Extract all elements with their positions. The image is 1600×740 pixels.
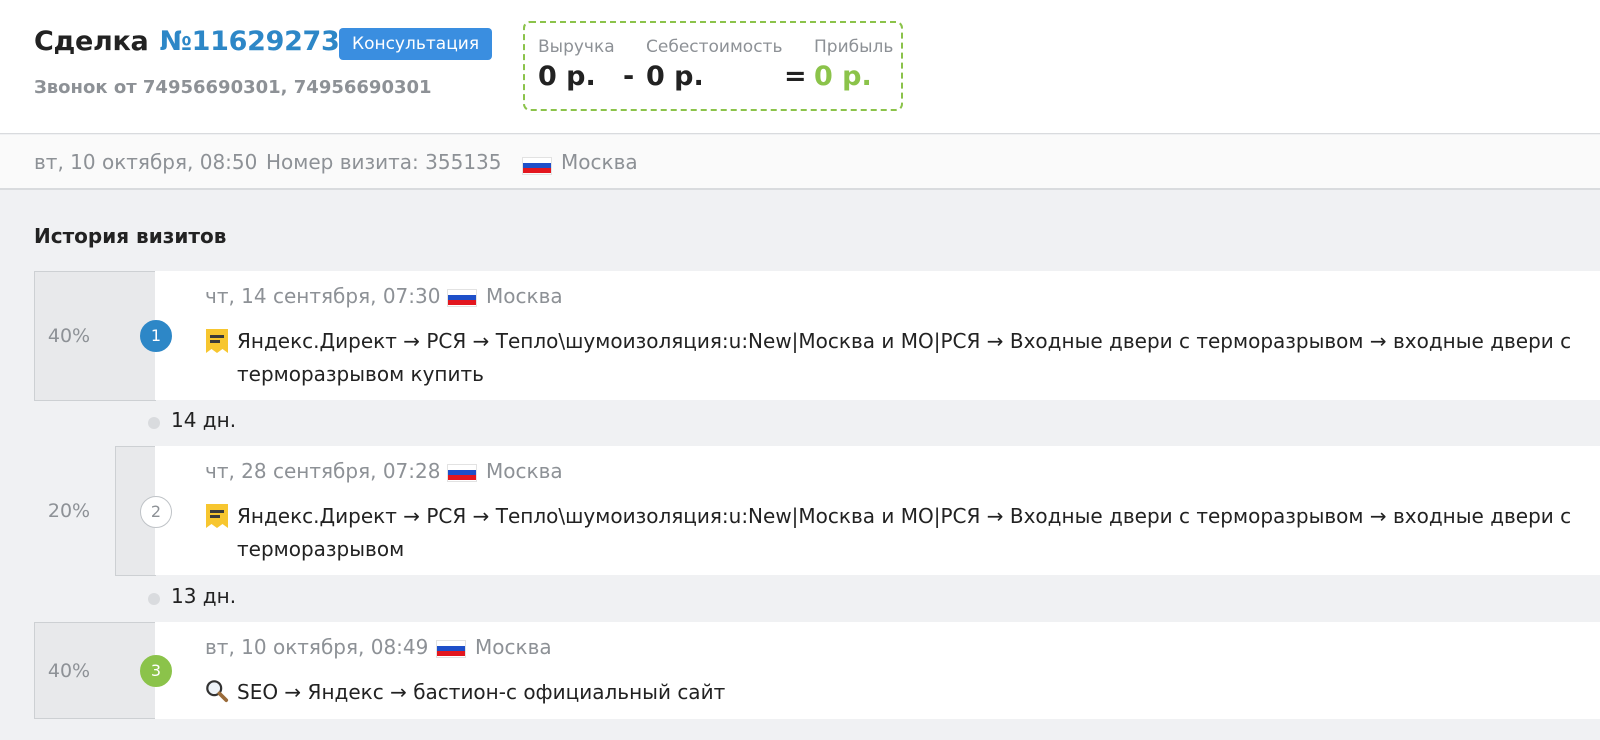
- visit-traffic-path: Яндекс.Директ → РСЯ → Тепло\шумоизоляция…: [237, 329, 1572, 386]
- finance-summary: Выручка 0 р. - Себестоимость 0 р. = Приб…: [523, 21, 903, 111]
- visit-number: Номер визита: 355135: [266, 150, 502, 174]
- call-info: Звонок от 74956690301, 74956690301: [34, 77, 432, 98]
- visit-gap: 13 дн.: [171, 584, 237, 608]
- yandex-direct-icon: [206, 329, 228, 353]
- visit-info-row: вт, 10 октября, 08:50 Номер визита: 3551…: [0, 135, 1600, 190]
- russia-flag-icon: [522, 152, 552, 176]
- deal-title-prefix: Сделка: [34, 26, 149, 57]
- deal-title: Сделка №11629273: [34, 26, 369, 57]
- timeline-dot: [148, 593, 160, 605]
- visit-traffic-path: Яндекс.Директ → РСЯ → Тепло\шумоизоляция…: [237, 504, 1572, 561]
- minus-sign: -: [623, 61, 635, 92]
- visit-city: Москва: [486, 459, 563, 483]
- visit-date: чт, 14 сентября, 07:30: [205, 284, 441, 308]
- revenue-value: 0 р.: [538, 61, 596, 92]
- deal-header: Сделка №11629273 Консультация Звонок от …: [0, 0, 1600, 134]
- cost-value: 0 р.: [646, 61, 704, 92]
- visit-city: Москва: [475, 635, 552, 659]
- history-title: История визитов: [34, 224, 227, 248]
- visit-percent: 40%: [47, 660, 91, 682]
- visit-date: вт, 10 октября, 08:49: [205, 635, 429, 659]
- revenue-label: Выручка: [538, 37, 615, 57]
- profit-label: Прибыль: [814, 37, 894, 57]
- equals-sign: =: [784, 61, 807, 92]
- visit-city: Москва: [561, 150, 638, 174]
- visit-city: Москва: [486, 284, 563, 308]
- cost-label: Себестоимость: [646, 37, 783, 57]
- visit-date: вт, 10 октября, 08:50: [34, 150, 258, 174]
- russia-flag-icon: [447, 287, 477, 307]
- visit-percent: 20%: [47, 500, 91, 522]
- profit-value: 0 р.: [814, 61, 872, 92]
- russia-flag-icon: [447, 462, 477, 482]
- visit-percent: 40%: [47, 325, 91, 347]
- russia-flag-icon: [436, 638, 466, 658]
- visit-gap: 14 дн.: [171, 408, 237, 432]
- visit-marker: 3: [140, 655, 172, 687]
- visit-marker: 2: [140, 496, 172, 528]
- status-badge[interactable]: Консультация: [339, 28, 493, 60]
- yandex-direct-icon: [206, 504, 228, 528]
- visit-traffic-path: SEO → Яндекс → бастион-с официальный сай…: [237, 680, 726, 704]
- timeline-dot: [148, 417, 160, 429]
- visit-marker: 1: [140, 320, 172, 352]
- visit-date: чт, 28 сентября, 07:28: [205, 459, 441, 483]
- search-icon: [206, 680, 229, 703]
- deal-number-link[interactable]: №11629273: [159, 26, 339, 57]
